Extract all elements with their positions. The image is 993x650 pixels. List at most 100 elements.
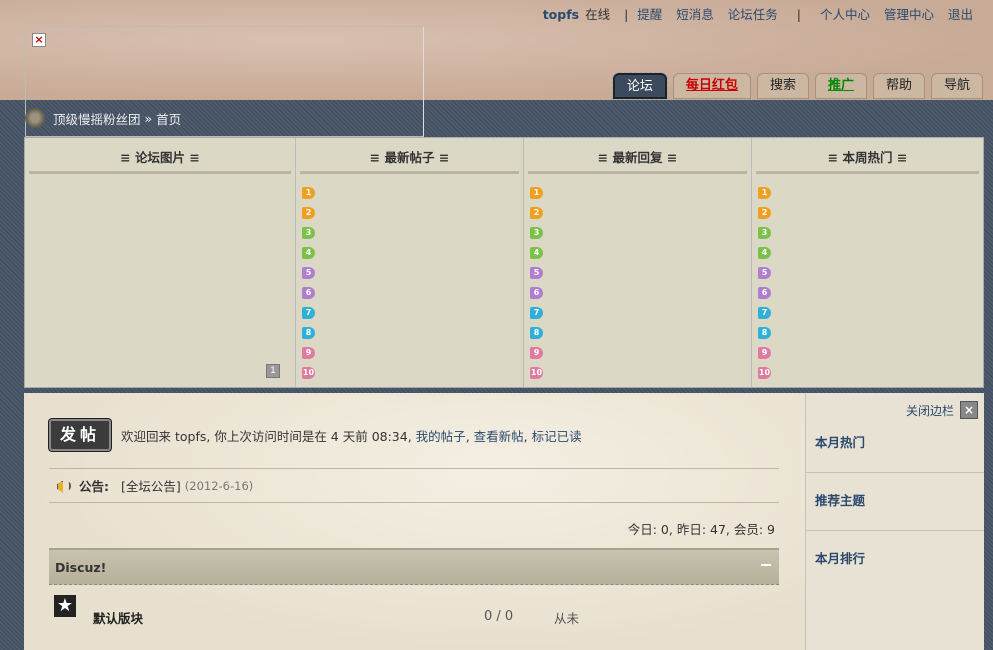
profile-link[interactable]: 个人中心: [820, 7, 870, 22]
announcement-icon: [55, 479, 71, 493]
rank-item[interactable]: 2: [302, 203, 523, 223]
rank-number-icon: 6: [302, 287, 315, 299]
user-bar: topfs 在线 | 提醒 短消息 论坛任务 | 个人中心 管理中心 退出: [543, 4, 973, 23]
column-header: ≡ 最新帖子 ≡: [300, 138, 519, 174]
rank-item[interactable]: 5: [302, 263, 523, 283]
tasks-link[interactable]: 论坛任务: [728, 7, 778, 22]
rank-number-icon: 7: [302, 307, 315, 319]
rank-item[interactable]: 1: [758, 183, 983, 203]
messages-link[interactable]: 短消息: [676, 7, 714, 22]
feed-column-latest-replies: ≡ 最新回复 ≡ 1 2 3 4 5 6 7 8 9 10: [523, 138, 751, 387]
forum-row: ★ 默认版块 0 / 0 从未: [49, 586, 779, 650]
column-header: ≡ 最新回复 ≡: [528, 138, 747, 174]
online-status: 在线: [585, 7, 611, 22]
rank-item[interactable]: 4: [302, 243, 523, 263]
rank-item[interactable]: 7: [302, 303, 523, 323]
rank-number-icon: 8: [302, 327, 315, 339]
rank-item[interactable]: 7: [530, 303, 751, 323]
rank-item[interactable]: 10: [302, 363, 523, 383]
admin-link[interactable]: 管理中心: [884, 7, 934, 22]
rank-number-icon: 2: [758, 207, 771, 219]
rank-list: 1 2 3 4 5 6 7 8 9 10: [752, 174, 983, 383]
broken-image-icon: ×: [32, 33, 46, 47]
separator: |: [796, 7, 801, 22]
rank-item[interactable]: 8: [758, 323, 983, 343]
rank-item[interactable]: 10: [530, 363, 751, 383]
reminder-link[interactable]: 提醒: [637, 7, 662, 22]
comma: ,: [523, 429, 528, 444]
column-header: ≡ 论坛图片 ≡: [29, 138, 291, 174]
forum-star-icon: ★: [54, 595, 76, 617]
home-icon[interactable]: [25, 108, 45, 128]
announcement-date: (2012-6-16): [184, 478, 254, 493]
rank-item[interactable]: 6: [530, 283, 751, 303]
sidebar-item-monthly-ranking[interactable]: 本月排行: [806, 531, 984, 589]
mark-read-link[interactable]: 标记已读: [532, 429, 582, 444]
rank-item[interactable]: 9: [302, 343, 523, 363]
rank-number-icon: 8: [758, 327, 771, 339]
rank-item[interactable]: 9: [758, 343, 983, 363]
image-pager-button[interactable]: 1: [266, 364, 280, 378]
rank-item[interactable]: 8: [302, 323, 523, 343]
username-link[interactable]: topfs: [543, 7, 579, 22]
rank-item[interactable]: 6: [758, 283, 983, 303]
nav-tab-search[interactable]: 搜索: [756, 73, 809, 99]
column-header: ≡ 本周热门 ≡: [756, 138, 979, 174]
collapse-icon[interactable]: [761, 564, 771, 566]
new-post-button[interactable]: 发帖: [49, 419, 111, 451]
rank-item[interactable]: 3: [302, 223, 523, 243]
forum-last-post: 从未: [554, 611, 580, 626]
nav-tab-navigation[interactable]: 导航: [930, 73, 983, 99]
sidebar-item-recommended[interactable]: 推荐主题: [806, 473, 984, 531]
rank-number-icon: 2: [530, 207, 543, 219]
rank-number-icon: 1: [530, 187, 543, 199]
nav-tab-promote[interactable]: 推广: [814, 73, 867, 99]
forum-name-link[interactable]: 默认版块: [93, 608, 143, 627]
rank-item[interactable]: 7: [758, 303, 983, 323]
category-title[interactable]: Discuz!: [55, 560, 106, 575]
rank-number-icon: 4: [758, 247, 771, 259]
rank-number-icon: 3: [758, 227, 771, 239]
comma: ,: [465, 429, 470, 444]
my-posts-link[interactable]: 我的帖子: [416, 429, 466, 444]
announcement-bar: 公告: [全坛公告] (2012-6-16): [49, 468, 779, 503]
rank-item[interactable]: 3: [530, 223, 751, 243]
breadcrumb-current: 首页: [156, 111, 182, 127]
rank-number-icon: 3: [302, 227, 315, 239]
rank-item[interactable]: 5: [530, 263, 751, 283]
nav-tab-help[interactable]: 帮助: [872, 73, 925, 99]
rank-item[interactable]: 2: [530, 203, 751, 223]
welcome-text: 欢迎回来 topfs, 你上次访问时间是在 4 天前 08:34,: [121, 429, 412, 444]
rank-item[interactable]: 1: [530, 183, 751, 203]
rank-item[interactable]: 4: [530, 243, 751, 263]
rank-number-icon: 4: [302, 247, 315, 259]
rank-item[interactable]: 4: [758, 243, 983, 263]
nav-tab-label: 每日红包: [685, 78, 738, 93]
main-nav: 论坛 每日红包 搜索 推广 帮助 导航: [611, 72, 983, 100]
rank-number-icon: 6: [758, 287, 771, 299]
rank-number-icon: 9: [758, 347, 771, 359]
sidebar: 关闭边栏 × 本月热门 推荐主题 本月排行: [805, 393, 984, 650]
feed-column-latest-posts: ≡ 最新帖子 ≡ 1 2 3 4 5 6 7 8 9 10: [295, 138, 523, 387]
rank-item[interactable]: 9: [530, 343, 751, 363]
feed-panel: ≡ 论坛图片 ≡ 1 ≡ 最新帖子 ≡ 1 2 3 4 5 6 7 8 9 10 ≡ 最新回复 ≡…: [24, 137, 984, 388]
rank-number-icon: 7: [530, 307, 543, 319]
nav-tab-daily-redpacket[interactable]: 每日红包: [672, 73, 751, 99]
rank-item[interactable]: 8: [530, 323, 751, 343]
nav-tab-forum[interactable]: 论坛: [611, 72, 668, 100]
rank-item[interactable]: 3: [758, 223, 983, 243]
rank-item[interactable]: 6: [302, 283, 523, 303]
rank-number-icon: 10: [758, 367, 771, 379]
announcement-link[interactable]: [全坛公告]: [121, 476, 181, 495]
rank-number-icon: 5: [302, 267, 315, 279]
logout-link[interactable]: 退出: [948, 7, 973, 22]
breadcrumb-site[interactable]: 顶级慢摇粉丝团: [53, 109, 141, 128]
rank-item[interactable]: 5: [758, 263, 983, 283]
feed-column-images: ≡ 论坛图片 ≡ 1: [25, 138, 295, 387]
rank-item[interactable]: 2: [758, 203, 983, 223]
rank-item[interactable]: 10: [758, 363, 983, 383]
rank-item[interactable]: 1: [302, 183, 523, 203]
rank-number-icon: 1: [758, 187, 771, 199]
view-new-posts-link[interactable]: 查看新帖: [474, 429, 524, 444]
sidebar-item-monthly-hot[interactable]: 本月热门: [806, 415, 984, 473]
